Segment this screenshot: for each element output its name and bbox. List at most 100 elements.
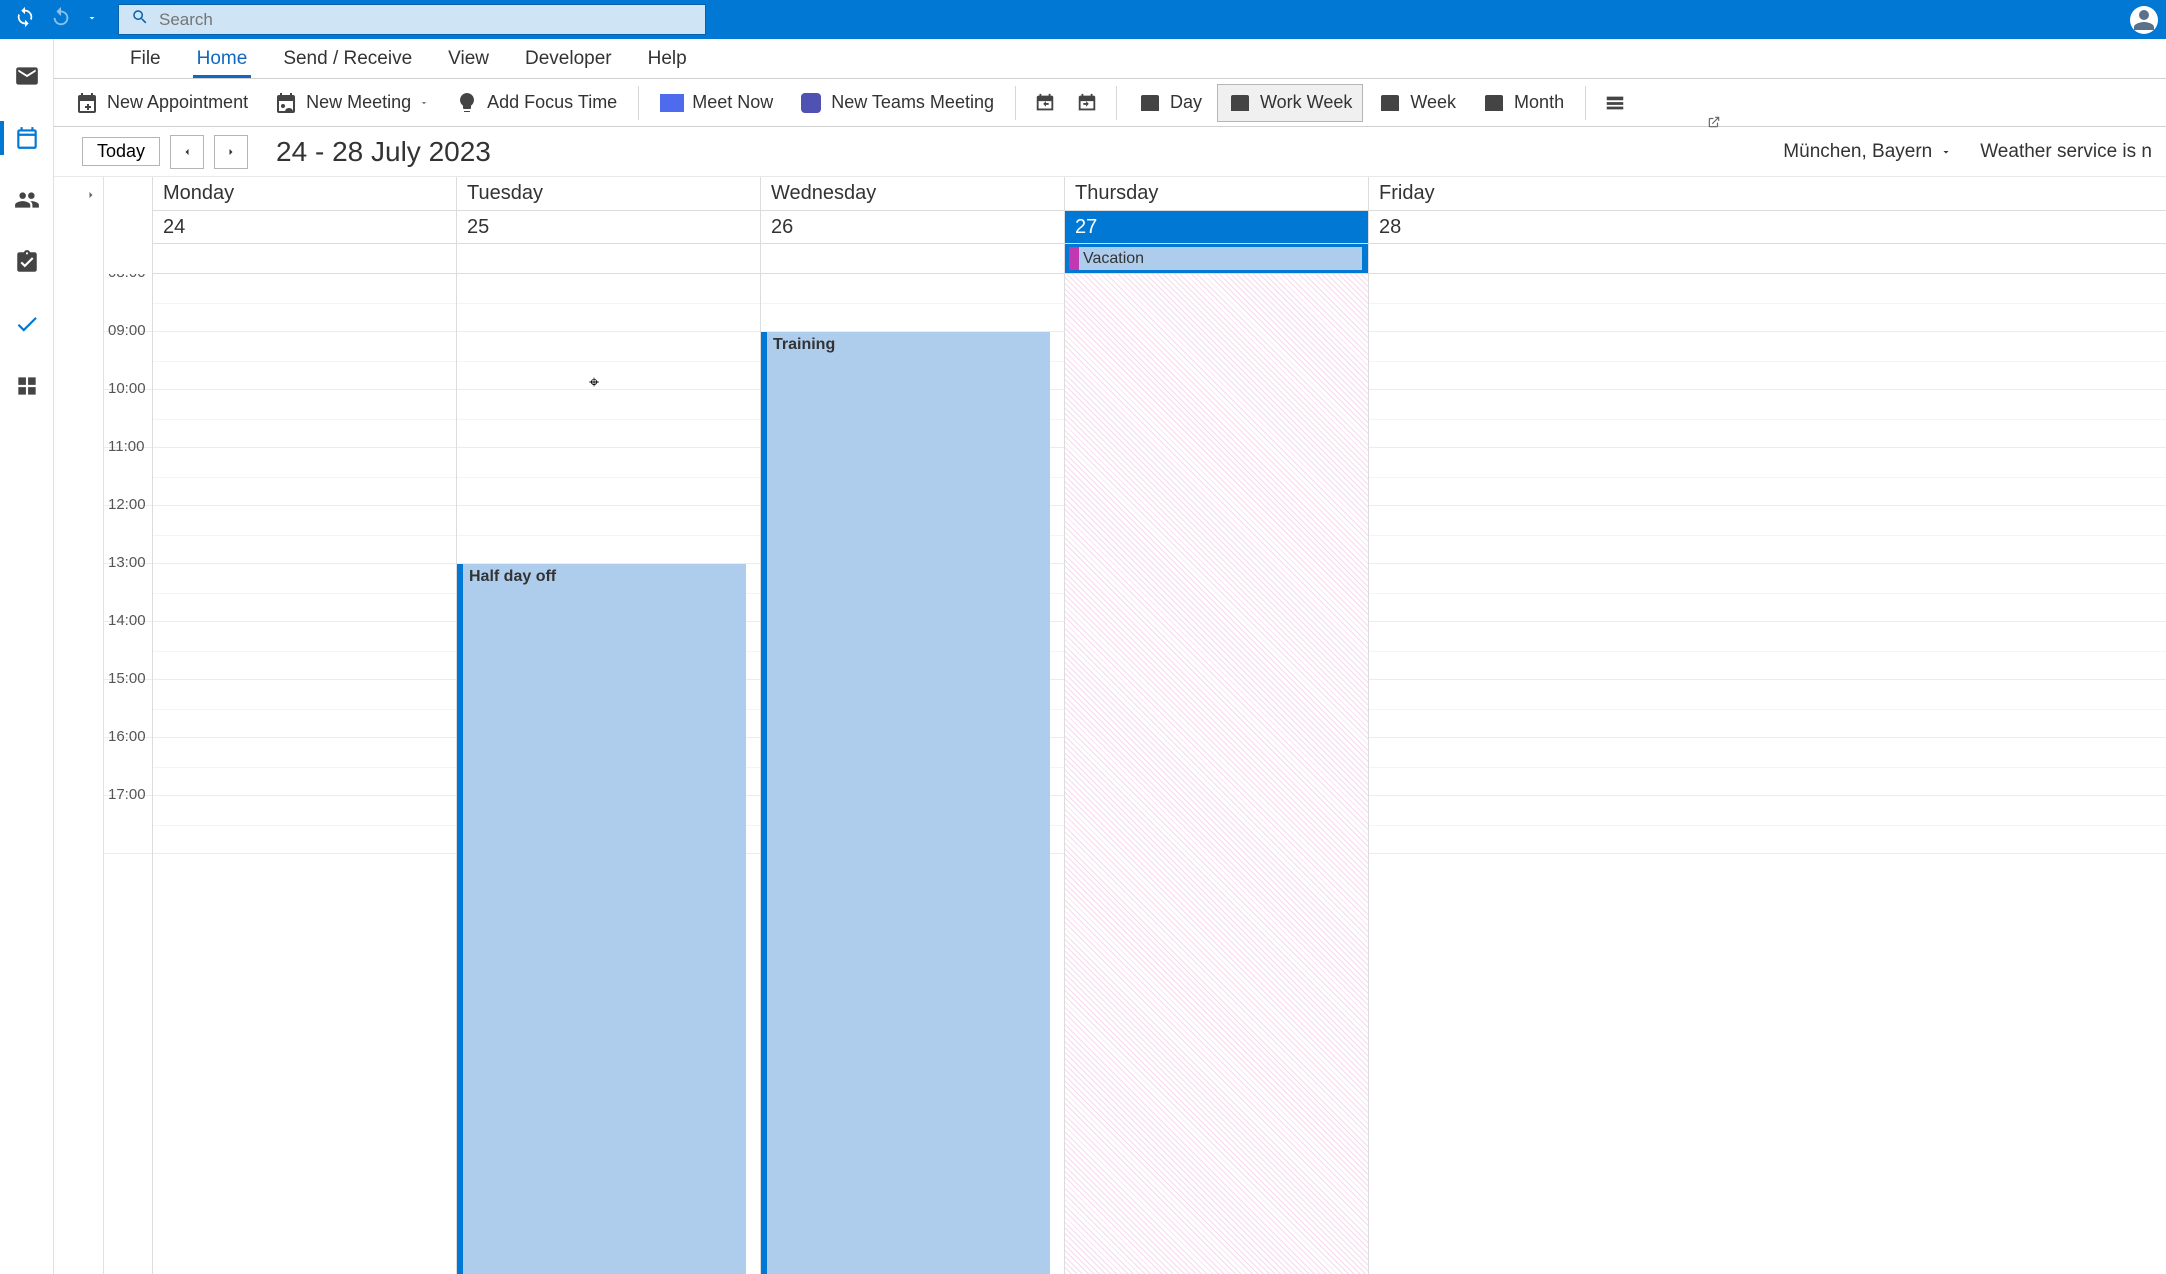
day-header-mon: Monday <box>152 177 456 210</box>
rail-people[interactable] <box>8 181 46 219</box>
meet-now-label: Meet Now <box>692 92 773 113</box>
separator <box>1015 86 1016 120</box>
day-header-row: Monday Tuesday Wednesday Thursday Friday <box>152 177 2166 211</box>
event-half-day-off[interactable]: Half day off <box>457 564 746 1274</box>
separator <box>1116 86 1117 120</box>
goto-next-button[interactable] <box>1068 84 1106 122</box>
today-button[interactable]: Today <box>82 137 160 166</box>
timecol-thu[interactable] <box>1064 274 1368 1274</box>
add-focus-time-label: Add Focus Time <box>487 92 617 113</box>
search-icon <box>131 8 149 31</box>
tab-file[interactable]: File <box>126 42 165 78</box>
sync-icon[interactable] <box>14 6 36 33</box>
hour-label: 08:00 <box>108 274 152 281</box>
title-bar <box>0 0 2166 39</box>
next-period-button[interactable] <box>214 135 248 169</box>
event-vacation-label: Vacation <box>1083 250 1144 268</box>
new-meeting-button[interactable]: New Meeting <box>263 84 440 122</box>
account-avatar[interactable] <box>2130 6 2158 34</box>
new-appointment-button[interactable]: New Appointment <box>64 84 259 122</box>
weather-location[interactable]: München, Bayern <box>1783 141 1952 163</box>
tab-home[interactable]: Home <box>193 42 252 78</box>
allday-wed[interactable] <box>760 244 1064 273</box>
day-number-row: 24 25 26 27 28 <box>152 211 2166 244</box>
tab-send-receive[interactable]: Send / Receive <box>279 42 416 78</box>
day-header-tue: Tuesday <box>456 177 760 210</box>
quick-access-toolbar <box>8 6 98 33</box>
day-num-fri[interactable]: 28 <box>1368 211 1432 243</box>
calendar-forward-icon <box>1075 91 1099 115</box>
day-header-wed: Wednesday <box>760 177 1064 210</box>
video-icon <box>660 91 684 115</box>
allday-thu[interactable]: Vacation <box>1064 244 1368 273</box>
expand-folder-pane-button[interactable] <box>79 183 103 207</box>
date-range-label: 24 - 28 July 2023 <box>276 136 491 168</box>
weather-location-label: München, Bayern <box>1783 141 1932 163</box>
calendar-grid: Monday Tuesday Wednesday Thursday Friday… <box>104 177 2166 1274</box>
view-month-button[interactable]: Month <box>1471 84 1575 122</box>
hour-label: 09:00 <box>108 322 152 339</box>
chevron-down-icon <box>419 92 429 113</box>
tab-developer[interactable]: Developer <box>521 42 616 78</box>
allday-tue[interactable] <box>456 244 760 273</box>
goto-prev-button[interactable] <box>1026 84 1064 122</box>
view-work-week-button[interactable]: Work Week <box>1217 84 1363 122</box>
hour-label: 14:00 <box>108 612 152 629</box>
undo-icon[interactable] <box>50 6 72 33</box>
new-appointment-label: New Appointment <box>107 92 248 113</box>
search-box[interactable] <box>118 4 706 35</box>
event-half-day-off-label: Half day off <box>469 568 556 585</box>
chevron-down-icon <box>1940 146 1952 158</box>
date-nav-bar: Today 24 - 28 July 2023 München, Bayern … <box>54 127 2166 177</box>
view-month-label: Month <box>1514 92 1564 113</box>
allday-mon[interactable] <box>152 244 456 273</box>
new-teams-meeting-button[interactable]: New Teams Meeting <box>788 84 1005 122</box>
tab-help[interactable]: Help <box>644 42 691 78</box>
day-num-tue[interactable]: 25 <box>456 211 760 243</box>
hour-label: 12:00 <box>108 496 152 513</box>
calendar-plus-icon <box>75 91 99 115</box>
search-input[interactable] <box>159 10 693 30</box>
rail-more-apps[interactable] <box>8 367 46 405</box>
new-teams-meeting-label: New Teams Meeting <box>831 92 994 113</box>
day-header-thu: Thursday <box>1064 177 1368 210</box>
day-num-mon[interactable]: 24 <box>152 211 456 243</box>
time-grid: 08:0009:0010:0011:0012:0013:0014:0015:00… <box>104 274 2166 1274</box>
meet-now-button[interactable]: Meet Now <box>649 84 784 122</box>
hour-label: 15:00 <box>108 670 152 687</box>
add-focus-time-button[interactable]: Add Focus Time <box>444 84 628 122</box>
event-training-label: Training <box>773 336 835 353</box>
separator <box>1585 86 1586 120</box>
timecol-mon[interactable] <box>152 274 456 1274</box>
prev-period-button[interactable] <box>170 135 204 169</box>
calendar-week-icon <box>1378 91 1402 115</box>
calendar-day-icon <box>1138 91 1162 115</box>
rail-tasks-clipboard[interactable] <box>8 243 46 281</box>
event-training[interactable]: Training <box>761 332 1050 1274</box>
all-day-row: Vacation <box>152 244 2166 274</box>
tab-view[interactable]: View <box>444 42 493 78</box>
weather-status-text: Weather service is n <box>1980 141 2152 163</box>
new-meeting-label: New Meeting <box>306 92 411 113</box>
rail-mail[interactable] <box>8 57 46 95</box>
separator <box>638 86 639 120</box>
view-week-button[interactable]: Week <box>1367 84 1467 122</box>
day-num-wed[interactable]: 26 <box>760 211 1064 243</box>
event-vacation[interactable]: Vacation <box>1069 247 1362 270</box>
schedule-view-button[interactable] <box>1596 84 1634 122</box>
view-day-label: Day <box>1170 92 1202 113</box>
rail-calendar[interactable] <box>8 119 46 157</box>
view-day-button[interactable]: Day <box>1127 84 1213 122</box>
view-week-label: Week <box>1410 92 1456 113</box>
rail-todo[interactable] <box>8 305 46 343</box>
timecol-fri[interactable] <box>1368 274 1432 1274</box>
left-nav-rail <box>0 39 54 1274</box>
allday-fri[interactable] <box>1368 244 1432 273</box>
timecol-tue[interactable]: Half day off <box>456 274 760 1274</box>
timecol-wed[interactable]: Training <box>760 274 1064 1274</box>
customize-qat-icon[interactable] <box>86 11 98 29</box>
day-num-thu[interactable]: 27 <box>1064 211 1368 243</box>
calendar-workweek-icon <box>1228 91 1252 115</box>
teams-icon <box>799 91 823 115</box>
hour-label: 11:00 <box>108 438 152 455</box>
